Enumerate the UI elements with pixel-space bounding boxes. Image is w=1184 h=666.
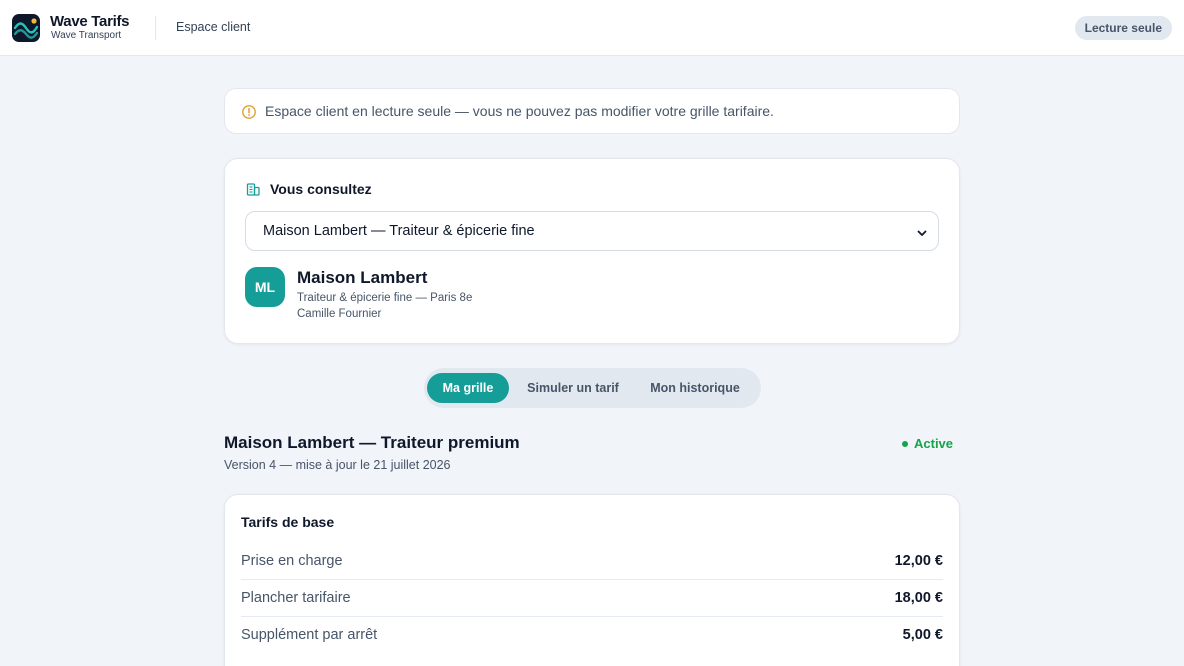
nav-espace-client[interactable]: Espace client	[176, 20, 250, 34]
view-tabs: Ma grille Simuler un tarif Mon historiqu…	[424, 368, 761, 408]
client-select[interactable]: Maison Lambert — Traiteur & épicerie fin…	[245, 211, 939, 251]
grid-title: Maison Lambert — Traiteur premium	[224, 433, 520, 452]
rate-row: Supplément par arrêt 5,00 €	[241, 617, 943, 654]
rate-value: 5,00 €	[902, 627, 943, 643]
rate-label: Prise en charge	[241, 553, 343, 569]
client-select-value: Maison Lambert — Traiteur & épicerie fin…	[263, 223, 535, 239]
client-description: Traiteur & épicerie fine — Paris 8e	[297, 292, 473, 304]
status-label: Active	[914, 436, 954, 451]
client-selector-heading: Vous consultez	[270, 181, 372, 197]
wave-logo-icon[interactable]	[12, 14, 40, 42]
rate-value: 12,00 €	[894, 553, 943, 569]
tab-mon-historique[interactable]: Mon historique	[640, 373, 750, 403]
rate-row: Plancher tarifaire 18,00 €	[241, 580, 943, 617]
base-rates-card: Tarifs de base Prise en charge 12,00 € P…	[224, 494, 960, 666]
client-card: Vous consultez Maison Lambert — Traiteur…	[224, 158, 960, 344]
rate-label: Plancher tarifaire	[241, 590, 351, 606]
base-rates-heading: Tarifs de base	[241, 514, 335, 530]
client-avatar: ML	[245, 267, 285, 307]
rate-row: Prise en charge 12,00 €	[241, 543, 943, 580]
read-only-notice: Espace client en lecture seule — vous ne…	[224, 88, 960, 134]
brand-subtitle: Wave Transport	[51, 30, 122, 41]
tab-simuler-un-tarif[interactable]: Simuler un tarif	[518, 373, 628, 403]
grid-version: Version 4 — mise à jour le 21 juillet 20…	[224, 458, 451, 472]
rate-label: Supplément par arrêt	[241, 627, 378, 643]
brand-title: Wave Tarifs	[50, 13, 130, 30]
rate-value: 18,00 €	[894, 590, 943, 606]
building-icon	[245, 181, 261, 197]
header-divider	[155, 16, 156, 40]
status-dot-icon	[902, 441, 908, 447]
top-bar: Wave Tarifs Wave Transport Espace client…	[0, 0, 1184, 56]
client-name: Maison Lambert	[297, 268, 428, 287]
read-only-badge: Lecture seule	[1074, 16, 1172, 40]
tab-ma-grille[interactable]: Ma grille	[427, 373, 509, 403]
alert-circle-icon	[241, 104, 257, 120]
chevron-down-icon	[916, 226, 928, 238]
notice-text: Espace client en lecture seule — vous ne…	[265, 103, 774, 119]
client-contact: Camille Fournier	[297, 308, 382, 320]
